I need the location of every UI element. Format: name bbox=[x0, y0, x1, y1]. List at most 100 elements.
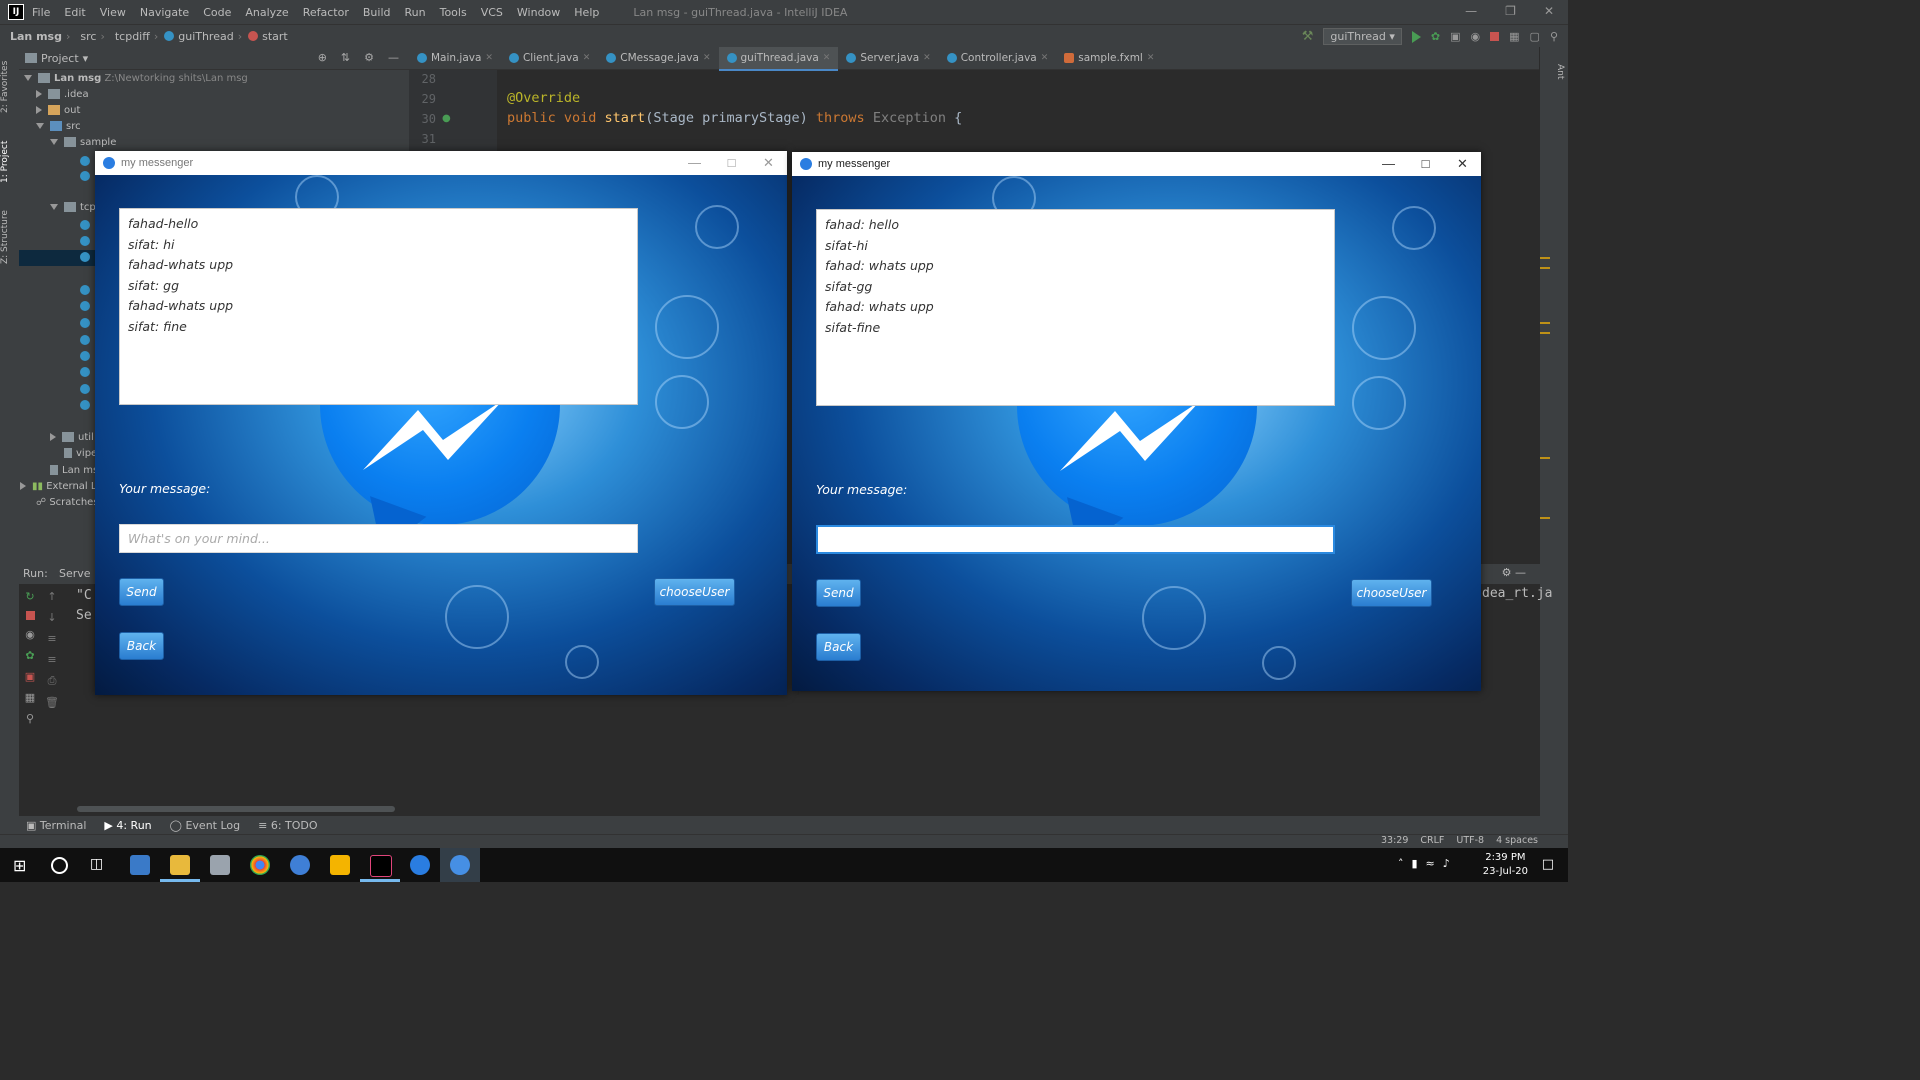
tab-server-java[interactable]: Server.java ✕ bbox=[838, 47, 938, 69]
system-tray-icons[interactable]: ˄▮≈♪ bbox=[1398, 857, 1458, 870]
override-gutter-icon[interactable]: ● bbox=[442, 113, 451, 124]
qbittorrent-icon[interactable] bbox=[290, 855, 310, 875]
tree-item-lanms[interactable]: Lan ms bbox=[50, 463, 98, 479]
debug-icon[interactable]: ✿ bbox=[25, 649, 34, 662]
down-arrow-icon[interactable]: ↓ bbox=[47, 611, 56, 624]
close-tab-icon[interactable]: ✕ bbox=[703, 47, 711, 69]
menu-tools[interactable]: Tools bbox=[440, 6, 467, 19]
stop-icon[interactable] bbox=[25, 611, 35, 620]
exit-icon[interactable]: ▣ bbox=[25, 670, 35, 683]
close-tab-icon[interactable]: ✕ bbox=[485, 47, 493, 69]
tab-ant[interactable]: Ant bbox=[1546, 57, 1565, 87]
tab-controller-java[interactable]: Controller.java ✕ bbox=[939, 47, 1057, 69]
up-arrow-icon[interactable]: ↑ bbox=[47, 590, 56, 603]
notifications-icon[interactable]: □ bbox=[1542, 857, 1554, 872]
menu-file[interactable]: File bbox=[32, 6, 50, 19]
run-tab-server[interactable]: Serve bbox=[59, 567, 91, 580]
tab-terminal[interactable]: ▣ Terminal bbox=[26, 819, 86, 832]
pin-icon[interactable]: ⚲ bbox=[26, 712, 34, 725]
tab-project[interactable]: 1: Project bbox=[0, 137, 19, 187]
menu-window[interactable]: Window bbox=[517, 6, 560, 19]
rerun-icon[interactable]: ↻ bbox=[25, 590, 34, 603]
gear-icon[interactable]: ⚙ bbox=[364, 51, 374, 64]
tree-item-idea[interactable]: .idea bbox=[36, 87, 89, 103]
wrap-icon[interactable]: ≡ bbox=[47, 632, 56, 645]
print-icon[interactable]: ⎙ bbox=[48, 674, 57, 688]
tab-event-log[interactable]: ◯ Event Log bbox=[170, 819, 240, 832]
send-button[interactable]: Send bbox=[816, 579, 861, 607]
close-icon[interactable]: ✕ bbox=[750, 155, 787, 171]
maximize-icon[interactable]: □ bbox=[1407, 156, 1444, 172]
close-tab-icon[interactable]: ✕ bbox=[583, 47, 591, 69]
tab-guithread-java[interactable]: guiThread.java ✕ bbox=[718, 47, 839, 71]
chevron-down-icon[interactable]: ▾ bbox=[83, 52, 89, 65]
project-structure-icon[interactable]: ▦ bbox=[1509, 30, 1519, 43]
choose-user-button[interactable]: chooseUser bbox=[654, 578, 735, 606]
breadcrumb-class[interactable]: guiThread bbox=[178, 30, 233, 43]
tree-item-out[interactable]: out bbox=[36, 103, 80, 119]
layout-icon[interactable]: ▦ bbox=[25, 691, 35, 704]
trash-icon[interactable]: 🗑 bbox=[45, 696, 59, 709]
minimize-icon[interactable]: — bbox=[1370, 156, 1407, 172]
menu-refactor[interactable]: Refactor bbox=[303, 6, 349, 19]
menu-vcs[interactable]: VCS bbox=[481, 6, 503, 19]
tab-main-java[interactable]: Main.java ✕ bbox=[409, 47, 501, 69]
horizontal-scrollbar[interactable] bbox=[77, 806, 395, 812]
close-icon[interactable]: ✕ bbox=[1544, 4, 1554, 18]
message-input[interactable] bbox=[816, 525, 1335, 554]
search-icon[interactable]: ⚲ bbox=[1550, 30, 1558, 43]
file-explorer-icon[interactable] bbox=[170, 855, 190, 875]
indent[interactable]: 4 spaces bbox=[1496, 835, 1538, 846]
tab-run[interactable]: ▶ 4: Run bbox=[104, 819, 151, 832]
line-ending[interactable]: CRLF bbox=[1420, 835, 1444, 846]
breadcrumb-method[interactable]: start bbox=[262, 30, 288, 43]
task-view-icon[interactable]: ◫ bbox=[90, 856, 103, 872]
maximize-icon[interactable]: □ bbox=[713, 155, 750, 171]
tree-item-external-libraries[interactable]: ▮▮ External Li bbox=[20, 479, 99, 495]
layout-icon[interactable]: ▢ bbox=[1530, 30, 1540, 43]
message-input[interactable] bbox=[119, 524, 638, 553]
choose-user-button[interactable]: chooseUser bbox=[1351, 579, 1432, 607]
profile-icon[interactable]: ◉ bbox=[1471, 30, 1481, 43]
menu-run[interactable]: Run bbox=[405, 6, 426, 19]
menu-edit[interactable]: Edit bbox=[64, 6, 85, 19]
menu-build[interactable]: Build bbox=[363, 6, 391, 19]
menu-view[interactable]: View bbox=[100, 6, 126, 19]
tab-favorites[interactable]: 2: Favorites bbox=[0, 57, 19, 117]
close-tab-icon[interactable]: ✕ bbox=[1041, 47, 1049, 69]
stop-icon[interactable] bbox=[1490, 32, 1500, 41]
chat-history[interactable]: fahad-hello sifat: hi fahad-whats upp si… bbox=[119, 208, 638, 405]
messenger-icon[interactable] bbox=[410, 855, 430, 875]
tab-client-java[interactable]: Client.java ✕ bbox=[501, 47, 598, 69]
search-icon[interactable] bbox=[51, 857, 68, 874]
close-icon[interactable]: ✕ bbox=[1444, 156, 1481, 172]
chat-history[interactable]: fahad: hello sifat-hi fahad: whats upp s… bbox=[816, 209, 1335, 406]
code-line-29[interactable]: @Override bbox=[507, 90, 580, 106]
gear-icon[interactable]: ⚙ — bbox=[1502, 566, 1526, 579]
back-button[interactable]: Back bbox=[816, 633, 861, 661]
scroll-end-icon[interactable]: ≡ bbox=[47, 653, 56, 666]
build-hammer-icon[interactable]: ⚒ bbox=[1302, 29, 1314, 44]
tab-cmessage-java[interactable]: CMessage.java ✕ bbox=[598, 47, 718, 69]
project-panel-title[interactable]: Project bbox=[41, 52, 79, 65]
tree-item-util[interactable]: util bbox=[50, 430, 94, 446]
camera-icon[interactable]: ◉ bbox=[25, 628, 35, 641]
minimize-icon[interactable]: — bbox=[676, 155, 713, 171]
tab-structure[interactable]: Z: Structure bbox=[0, 207, 19, 267]
calculator-icon[interactable] bbox=[130, 855, 150, 875]
cursor-position[interactable]: 33:29 bbox=[1381, 835, 1408, 846]
window-title-bar[interactable]: my messenger — □ ✕ bbox=[792, 152, 1481, 176]
close-tab-icon[interactable]: ✕ bbox=[923, 47, 931, 69]
windows-start-icon[interactable]: ⊞ bbox=[13, 856, 26, 875]
run-config-select[interactable]: guiThread ▾ bbox=[1323, 28, 1402, 45]
intellij-icon[interactable] bbox=[370, 855, 392, 877]
debug-icon[interactable]: ✿ bbox=[1431, 30, 1440, 43]
menu-help[interactable]: Help bbox=[574, 6, 599, 19]
window-title-bar[interactable]: my messenger — □ ✕ bbox=[95, 151, 787, 175]
tab-sample-fxml[interactable]: sample.fxml ✕ bbox=[1056, 47, 1162, 69]
network-app-icon[interactable] bbox=[210, 855, 230, 875]
menu-code[interactable]: Code bbox=[203, 6, 231, 19]
tree-item-root[interactable]: Lan msg Z:\Newtorking shits\Lan msg bbox=[24, 71, 248, 87]
clock[interactable]: 2:39 PM 23-Jul-20 bbox=[1483, 851, 1528, 879]
tree-item-scratches[interactable]: ☍ Scratches bbox=[36, 495, 99, 511]
